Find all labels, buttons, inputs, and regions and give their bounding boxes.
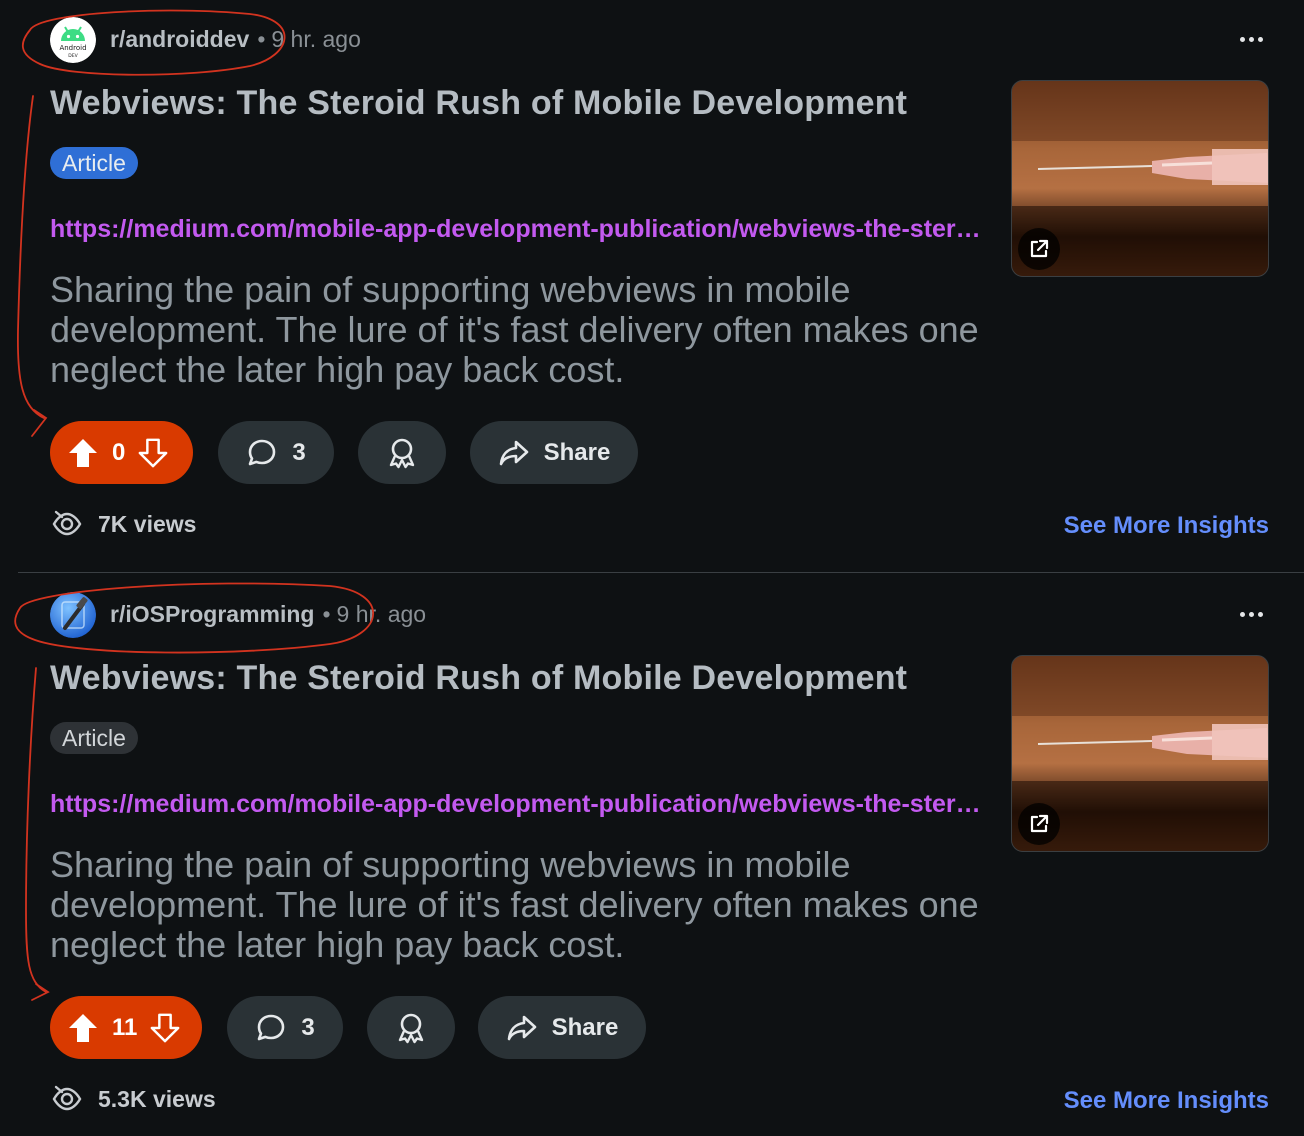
more-icon-dot	[1248, 36, 1254, 42]
external-link-icon-svg	[1030, 814, 1049, 833]
views-stat: 5.3K views	[50, 1083, 216, 1115]
downvote-icon[interactable]	[137, 436, 169, 470]
see-more-insights-link[interactable]: See More Insights	[1064, 512, 1269, 540]
comment-count: 3	[292, 438, 306, 466]
more-icon-dot	[1257, 36, 1263, 42]
android-logo-icon: Android DEV	[50, 17, 96, 63]
share-label: Share	[551, 1013, 619, 1041]
comment-icon	[249, 439, 276, 465]
award-button[interactable]	[358, 421, 446, 484]
vote-control: 0	[50, 421, 193, 484]
subreddit-name[interactable]: r/iOSProgramming	[110, 601, 314, 627]
share-icon	[507, 1015, 536, 1040]
post-flair[interactable]: Article	[50, 147, 138, 179]
post-body[interactable]: Sharing the pain of supporting webviews …	[50, 270, 1005, 390]
views-icon	[52, 1085, 82, 1111]
views-icon	[52, 510, 82, 536]
more-icon-dot	[1239, 611, 1245, 617]
subreddit-name[interactable]: r/androiddev	[110, 26, 249, 52]
post-divider	[18, 572, 1304, 573]
post-card[interactable]: r/iOSProgramming • 9 hr. ago Webviews: The…	[0, 575, 1304, 1136]
svg-text:DEV: DEV	[68, 53, 78, 59]
upvote-icon[interactable]	[66, 1011, 100, 1045]
vote-count: 0	[112, 438, 126, 466]
meta-separator: •	[322, 601, 331, 627]
subreddit-avatar[interactable]: Android DEV	[50, 17, 96, 63]
more-options-button[interactable]	[1234, 597, 1268, 631]
post-body[interactable]: Sharing the pain of supporting webviews …	[50, 845, 1005, 965]
vote-control: 11	[50, 996, 202, 1059]
views-count: 5.3K views	[98, 1085, 216, 1112]
upvote-icon[interactable]	[66, 436, 100, 470]
comment-count: 3	[301, 1013, 315, 1041]
post-card[interactable]: Android DEV r/androiddev • 9 hr. ago Webvi…	[0, 0, 1304, 575]
post-link[interactable]: https://medium.com/mobile-app-developmen…	[50, 215, 995, 244]
more-options-button[interactable]	[1234, 22, 1268, 56]
external-link-icon[interactable]	[1018, 228, 1060, 270]
award-icon	[398, 1013, 424, 1043]
post-time: 9 hr. ago	[271, 26, 361, 52]
meta-separator: •	[257, 26, 266, 52]
post-meta: r/androiddev • 9 hr. ago	[110, 26, 361, 53]
award-icon	[389, 438, 415, 468]
comments-button[interactable]: 3	[227, 996, 343, 1059]
see-more-insights-link[interactable]: See More Insights	[1064, 1087, 1269, 1115]
vote-count: 11	[112, 1013, 138, 1041]
post-meta: r/iOSProgramming • 9 hr. ago	[110, 601, 426, 628]
external-link-icon[interactable]	[1018, 803, 1060, 845]
downvote-icon[interactable]	[149, 1011, 181, 1045]
svg-text:Android: Android	[59, 44, 86, 52]
more-icon-dot	[1239, 36, 1245, 42]
share-button[interactable]: Share	[470, 421, 638, 484]
external-link-icon-svg	[1030, 239, 1049, 258]
post-link[interactable]: https://medium.com/mobile-app-developmen…	[50, 790, 995, 819]
award-button[interactable]	[367, 996, 455, 1059]
xcode-logo-icon	[50, 592, 96, 638]
views-count: 7K views	[98, 510, 197, 537]
post-title[interactable]: Webviews: The Steroid Rush of Mobile Dev…	[50, 659, 907, 698]
share-label: Share	[543, 438, 611, 466]
post-time: 9 hr. ago	[336, 601, 427, 627]
views-stat: 7K views	[50, 508, 196, 540]
comments-button[interactable]: 3	[218, 421, 334, 484]
share-icon	[499, 440, 528, 465]
post-title[interactable]: Webviews: The Steroid Rush of Mobile Dev…	[50, 84, 907, 123]
subreddit-avatar[interactable]	[50, 592, 96, 638]
post-flair[interactable]: Article	[50, 722, 138, 754]
comment-icon	[258, 1014, 285, 1040]
share-button[interactable]: Share	[478, 996, 646, 1059]
more-icon-dot	[1257, 611, 1263, 617]
more-icon-dot	[1248, 611, 1254, 617]
